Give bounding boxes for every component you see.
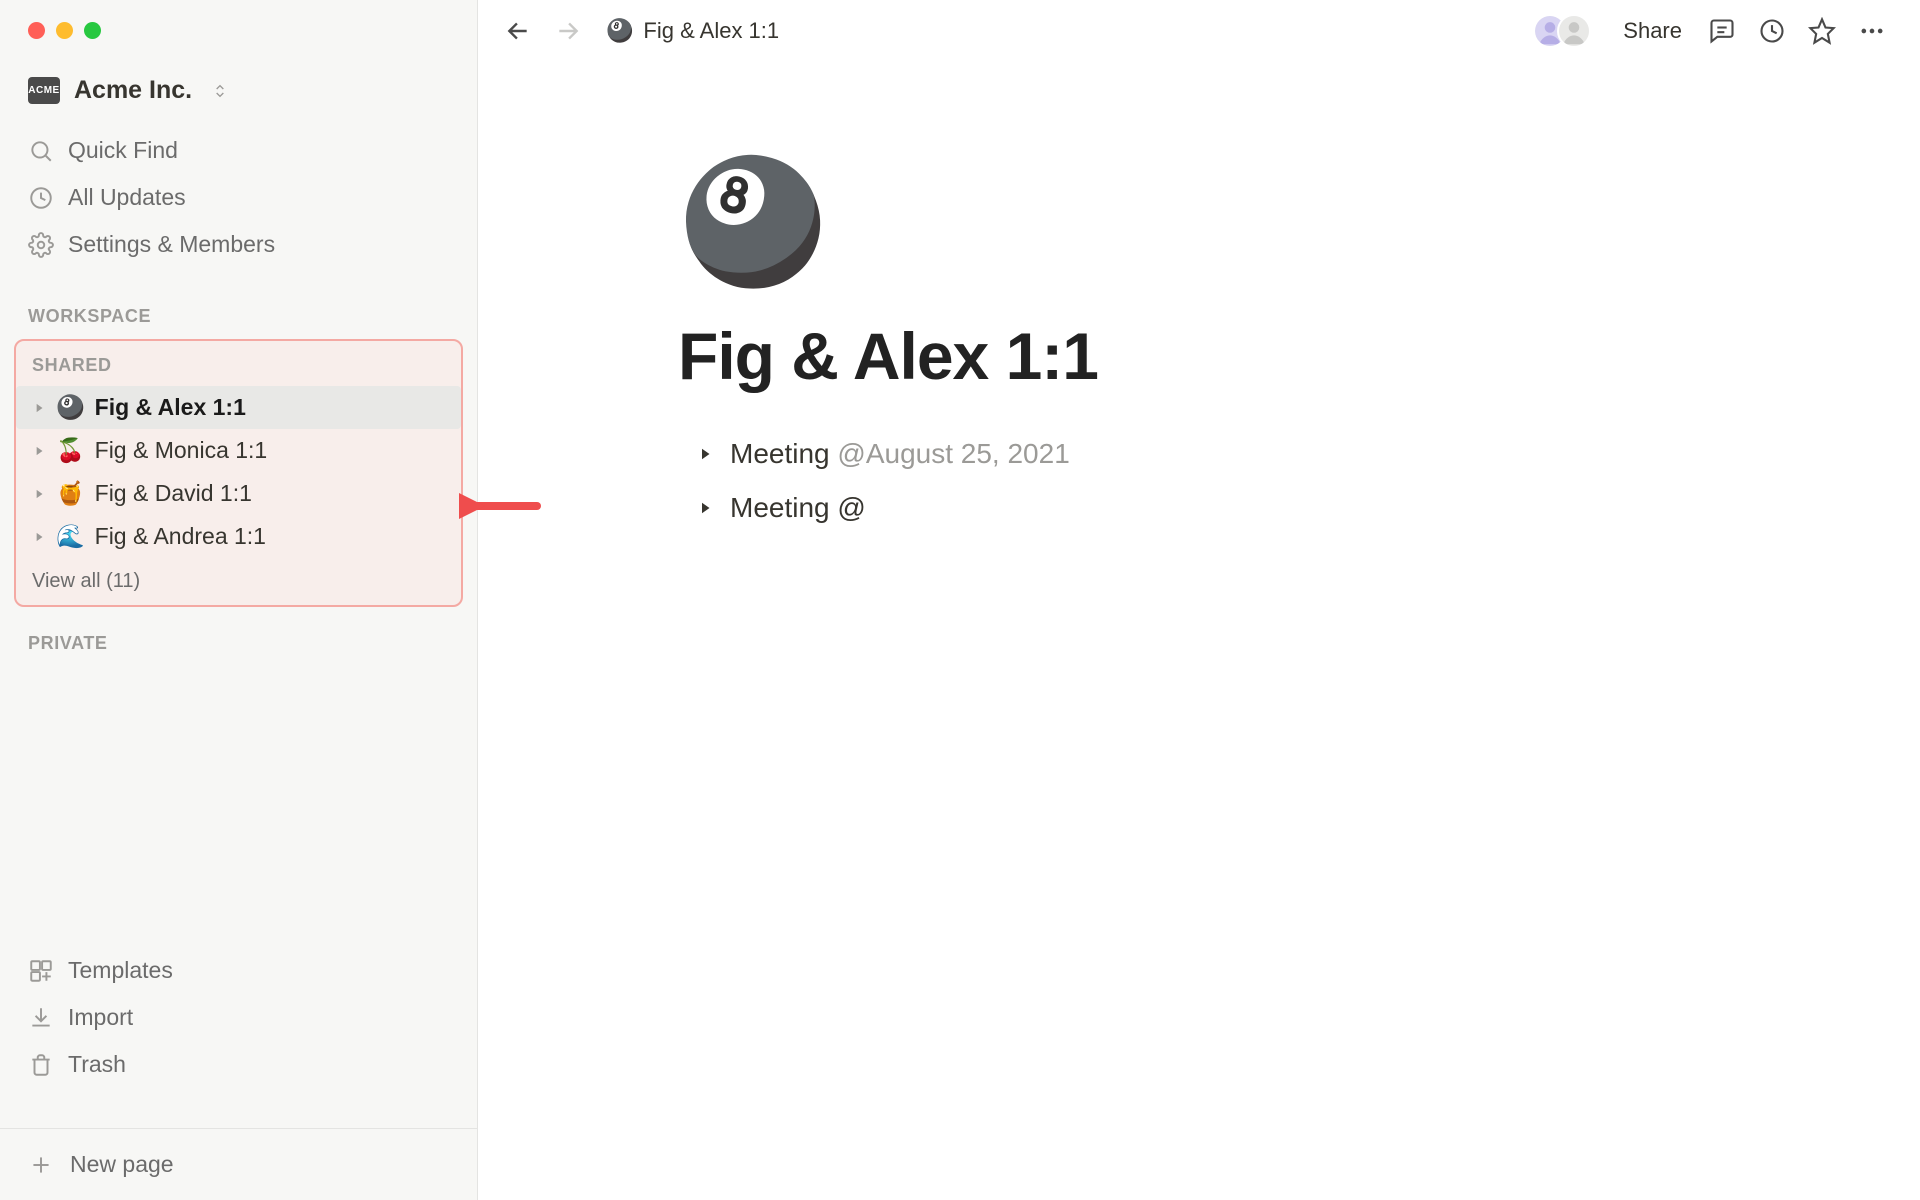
workspace-name: Acme Inc. bbox=[74, 76, 192, 105]
window-controls bbox=[0, 0, 477, 58]
all-updates-label: All Updates bbox=[68, 184, 186, 211]
templates-label: Templates bbox=[68, 957, 173, 984]
gear-icon bbox=[28, 232, 54, 258]
new-page-button[interactable]: New page bbox=[0, 1128, 477, 1200]
page-emoji-icon: 🎱 bbox=[56, 396, 85, 419]
updates-button[interactable] bbox=[1752, 11, 1792, 51]
window-minimize-button[interactable] bbox=[56, 22, 73, 39]
page-title[interactable]: Fig & Alex 1:1 bbox=[678, 318, 1098, 394]
templates-button[interactable]: Templates bbox=[8, 947, 469, 994]
clock-icon bbox=[28, 185, 54, 211]
presence-avatars[interactable] bbox=[1543, 14, 1591, 48]
nav-forward-button[interactable] bbox=[548, 11, 588, 51]
import-icon bbox=[28, 1005, 54, 1031]
date-mention[interactable]: @August 25, 2021 bbox=[837, 438, 1069, 469]
quick-find-button[interactable]: Quick Find bbox=[8, 127, 469, 174]
page-hero-emoji[interactable]: 🎱 bbox=[678, 162, 827, 282]
arrow-left-icon bbox=[505, 18, 531, 44]
import-button[interactable]: Import bbox=[8, 994, 469, 1041]
star-icon bbox=[1808, 17, 1836, 45]
sidebar-item-label: Fig & Alex 1:1 bbox=[95, 394, 246, 421]
clock-icon bbox=[1758, 17, 1786, 45]
sidebar-item-label: Fig & Monica 1:1 bbox=[95, 437, 268, 464]
section-shared-label[interactable]: SHARED bbox=[16, 351, 461, 386]
workspace-switcher[interactable]: ACME Acme Inc. bbox=[0, 58, 477, 123]
templates-icon bbox=[28, 958, 54, 984]
settings-label: Settings & Members bbox=[68, 231, 275, 258]
arrow-right-icon bbox=[555, 18, 581, 44]
sidebar-item-fig-monica[interactable]: 🍒 Fig & Monica 1:1 bbox=[16, 429, 461, 472]
sidebar-item-fig-alex[interactable]: 🎱 Fig & Alex 1:1 bbox=[16, 386, 461, 429]
shared-section-highlight: SHARED 🎱 Fig & Alex 1:1 🍒 Fig & Monica 1… bbox=[14, 339, 463, 607]
trash-icon bbox=[28, 1052, 54, 1078]
topbar: 🎱 Fig & Alex 1:1 Share bbox=[478, 0, 1920, 62]
page-emoji-icon: 🌊 bbox=[56, 525, 85, 548]
sidebar-bottom-nav: Templates Import Trash bbox=[0, 941, 477, 1088]
window-close-button[interactable] bbox=[28, 22, 45, 39]
main-area: 🎱 Fig & Alex 1:1 Share bbox=[478, 0, 1920, 1200]
caret-right-icon[interactable] bbox=[32, 530, 46, 544]
favorite-button[interactable] bbox=[1802, 11, 1842, 51]
import-label: Import bbox=[68, 1004, 133, 1031]
sidebar-top-nav: Quick Find All Updates Settings & Member… bbox=[0, 123, 477, 288]
sidebar-item-fig-david[interactable]: 🍯 Fig & David 1:1 bbox=[16, 472, 461, 515]
page-content: 🎱 Fig & Alex 1:1 Meeting @August 25, 202… bbox=[678, 62, 1920, 542]
avatar-icon bbox=[1559, 16, 1589, 46]
nav-back-button[interactable] bbox=[498, 11, 538, 51]
more-button[interactable] bbox=[1852, 11, 1892, 51]
sidebar-item-fig-andrea[interactable]: 🌊 Fig & Andrea 1:1 bbox=[16, 515, 461, 558]
plus-icon bbox=[28, 1152, 54, 1178]
sidebar-item-label: Fig & David 1:1 bbox=[95, 480, 252, 507]
toggle-block[interactable]: Meeting @August 25, 2021 bbox=[696, 438, 1070, 470]
window-zoom-button[interactable] bbox=[84, 22, 101, 39]
caret-right-icon[interactable] bbox=[32, 401, 46, 415]
toggle-block[interactable]: Meeting @ bbox=[696, 492, 866, 524]
page-emoji-icon: 🍯 bbox=[56, 482, 85, 505]
shared-page-list: 🎱 Fig & Alex 1:1 🍒 Fig & Monica 1:1 🍯 Fi… bbox=[16, 386, 461, 558]
all-updates-button[interactable]: All Updates bbox=[8, 174, 469, 221]
share-button[interactable]: Share bbox=[1613, 12, 1692, 50]
breadcrumb[interactable]: 🎱 Fig & Alex 1:1 bbox=[606, 18, 779, 44]
breadcrumb-emoji-icon: 🎱 bbox=[606, 18, 633, 44]
new-page-label: New page bbox=[70, 1151, 174, 1178]
caret-right-icon[interactable] bbox=[32, 487, 46, 501]
toggle-label: Meeting bbox=[730, 438, 837, 469]
workspace-badge: ACME bbox=[28, 77, 60, 104]
trash-label: Trash bbox=[68, 1051, 126, 1078]
section-private-label[interactable]: PRIVATE bbox=[0, 615, 477, 664]
toggle-label: Meeting @ bbox=[730, 492, 866, 523]
settings-members-button[interactable]: Settings & Members bbox=[8, 221, 469, 268]
avatar[interactable] bbox=[1557, 14, 1591, 48]
comment-icon bbox=[1708, 17, 1736, 45]
caret-right-icon[interactable] bbox=[32, 444, 46, 458]
view-all-label: View all bbox=[32, 570, 106, 592]
caret-right-icon[interactable] bbox=[696, 445, 714, 463]
sidebar-item-label: Fig & Andrea 1:1 bbox=[95, 523, 266, 550]
dots-horizontal-icon bbox=[1858, 17, 1886, 45]
breadcrumb-title: Fig & Alex 1:1 bbox=[643, 18, 779, 44]
sidebar: ACME Acme Inc. Quick Find All Updates Se… bbox=[0, 0, 478, 1200]
view-all-shared-button[interactable]: View all (11) bbox=[16, 558, 461, 593]
comments-button[interactable] bbox=[1702, 11, 1742, 51]
view-all-count: (11) bbox=[106, 570, 140, 592]
trash-button[interactable]: Trash bbox=[8, 1041, 469, 1088]
caret-right-icon[interactable] bbox=[696, 499, 714, 517]
section-workspace-label[interactable]: WORKSPACE bbox=[0, 288, 477, 337]
search-icon bbox=[28, 138, 54, 164]
chevron-up-down-icon bbox=[212, 83, 228, 99]
page-emoji-icon: 🍒 bbox=[56, 439, 85, 462]
quick-find-label: Quick Find bbox=[68, 137, 178, 164]
